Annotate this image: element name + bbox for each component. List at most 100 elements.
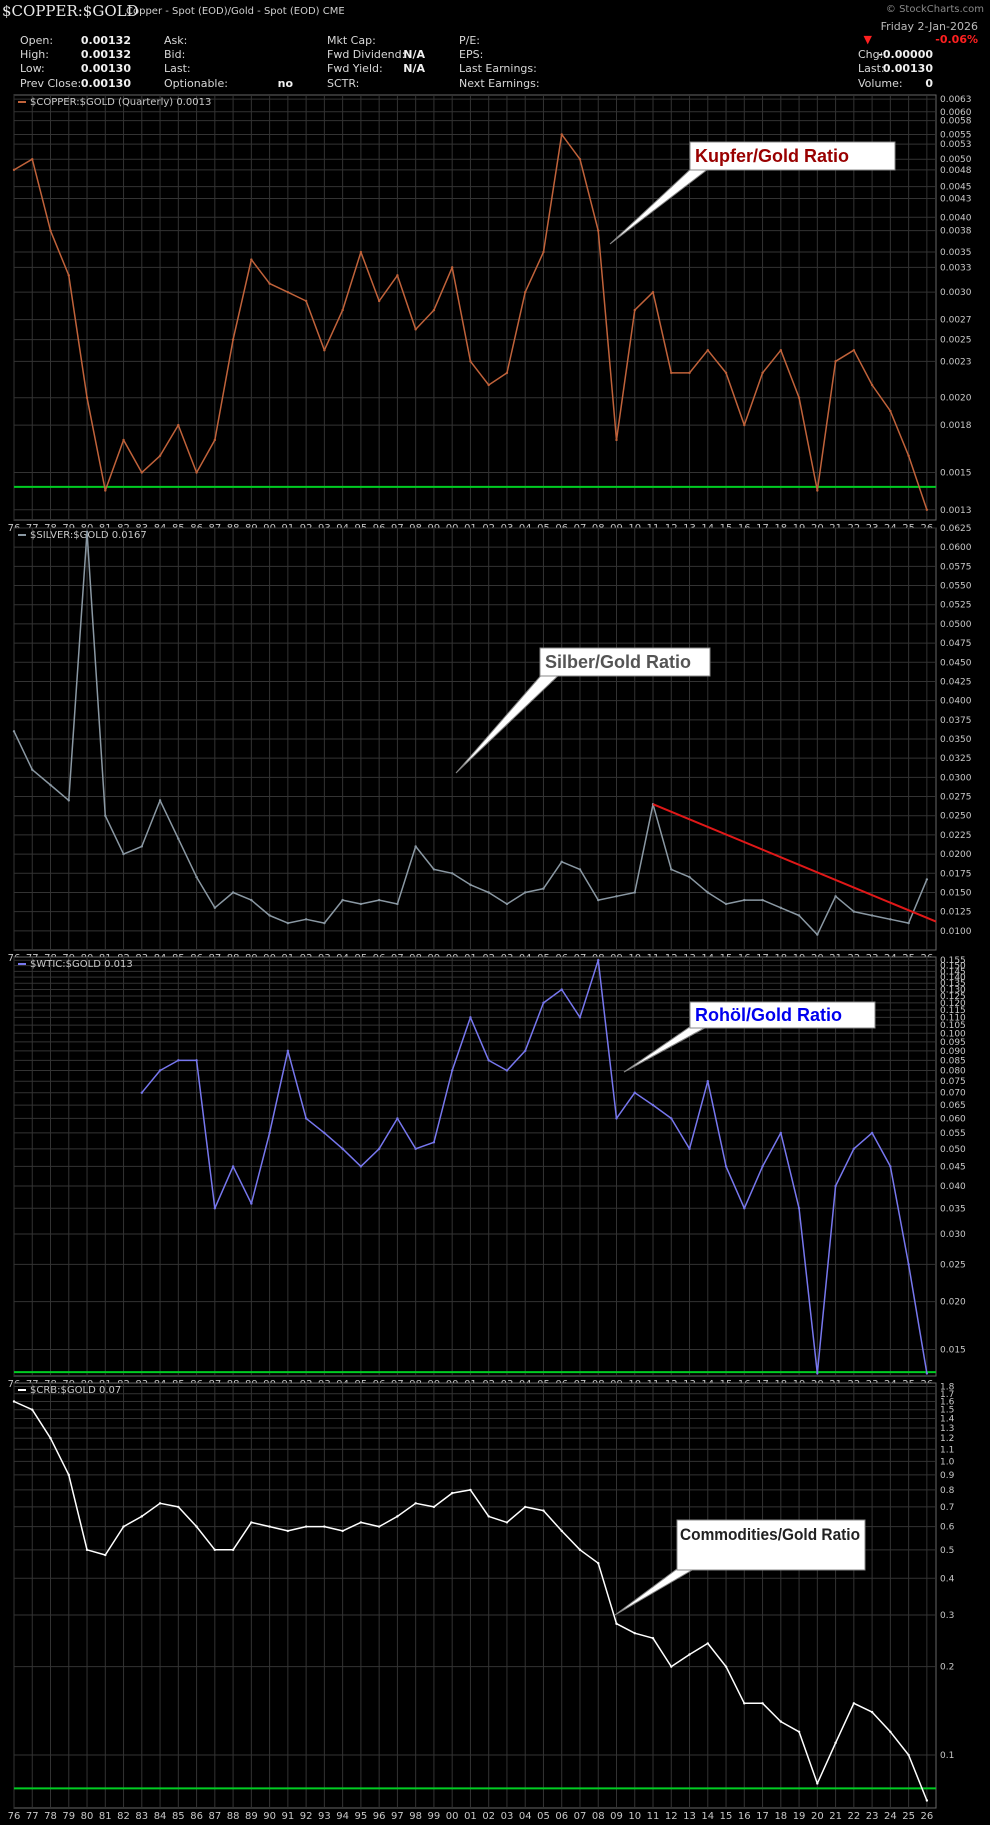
data-point <box>432 308 436 312</box>
y-tick-label: 0.0250 <box>940 812 972 822</box>
y-tick-label: 0.0300 <box>940 773 972 783</box>
y-tick-label: 0.070 <box>940 1089 966 1099</box>
y-tick-label: 0.0030 <box>940 288 972 298</box>
data-point <box>542 887 545 890</box>
panel-title: $COPPER:$GOLD (Quarterly) 0.0013 <box>30 97 211 108</box>
data-point <box>250 258 253 261</box>
x-tick-label: 95 <box>355 1811 368 1822</box>
data-point <box>505 371 509 375</box>
x-tick-label: 83 <box>135 1811 148 1822</box>
data-point <box>158 1502 162 1505</box>
data-point <box>450 1491 454 1495</box>
data-point <box>140 845 144 848</box>
y-tick-label: 0.015 <box>940 1346 966 1356</box>
y-tick-label: 0.080 <box>940 1066 966 1076</box>
data-point <box>158 454 162 457</box>
data-point <box>377 1147 381 1151</box>
data-point <box>633 891 636 894</box>
x-tick-label: 94 <box>336 1811 349 1822</box>
data-point <box>560 988 563 991</box>
y-tick-label: 0.090 <box>940 1047 966 1057</box>
callout-label: Commodities/Gold Ratio <box>680 1525 860 1544</box>
data-point <box>414 845 417 848</box>
data-point <box>651 290 655 294</box>
data-point <box>359 902 363 906</box>
data-point <box>907 1753 910 1757</box>
data-point <box>432 1505 436 1509</box>
data-point <box>816 933 819 936</box>
x-tick-label: 76 <box>8 1811 21 1822</box>
x-tick-label: 24 <box>884 1811 897 1822</box>
data-point <box>542 250 545 254</box>
data-point <box>268 1131 271 1135</box>
callout-label: Rohöl/Gold Ratio <box>695 1005 842 1025</box>
y-tick-label: 0.0020 <box>940 394 972 404</box>
y-tick-label: 0.0125 <box>940 908 972 918</box>
data-point <box>542 1001 545 1005</box>
data-point <box>359 1165 363 1168</box>
y-tick-label: 0.0400 <box>940 697 972 707</box>
x-tick-label: 96 <box>373 1811 386 1822</box>
data-point <box>889 918 892 921</box>
data-point <box>359 1521 363 1524</box>
data-point <box>578 868 582 871</box>
data-point <box>560 1529 563 1533</box>
y-tick-label: 0.020 <box>940 1298 966 1308</box>
data-point <box>597 1562 600 1565</box>
data-point <box>85 530 89 534</box>
y-tick-label: 0.060 <box>940 1114 966 1124</box>
data-point <box>414 328 417 331</box>
data-point <box>341 1147 344 1151</box>
data-point <box>524 891 527 894</box>
data-point <box>323 1525 326 1528</box>
data-point <box>85 396 89 399</box>
y-tick-label: 0.0200 <box>940 850 972 860</box>
y-tick-label: 0.0035 <box>940 248 972 258</box>
panel-2: 7677787980818283848586878889909192939495… <box>8 524 972 964</box>
data-point <box>907 921 910 925</box>
data-point <box>487 891 490 894</box>
y-tick-label: 0.0013 <box>940 506 972 516</box>
x-tick-label: 11 <box>647 1811 660 1822</box>
data-point <box>615 1622 618 1625</box>
data-point <box>505 1521 509 1524</box>
data-point <box>651 1636 655 1640</box>
data-point <box>615 1117 618 1120</box>
data-point <box>268 282 271 285</box>
y-tick-label: 0.0575 <box>940 562 972 572</box>
data-point <box>67 274 70 277</box>
data-point <box>487 1059 490 1062</box>
y-tick-label: 0.0325 <box>940 754 972 764</box>
y-tick-label: 0.0350 <box>940 735 972 745</box>
data-point <box>67 1473 70 1477</box>
y-tick-label: 0.045 <box>940 1162 966 1172</box>
x-tick-label: 98 <box>409 1811 422 1822</box>
y-tick-label: 0.4 <box>940 1574 955 1584</box>
x-tick-label: 89 <box>245 1811 258 1822</box>
y-tick-label: 0.0050 <box>940 155 972 165</box>
y-tick-label: 0.0053 <box>940 140 972 150</box>
data-point <box>816 489 819 492</box>
x-tick-label: 26 <box>921 1811 934 1822</box>
data-point <box>158 1069 162 1072</box>
data-point <box>140 1091 144 1094</box>
data-point <box>852 910 856 913</box>
y-tick-label: 0.0625 <box>940 524 972 534</box>
data-point <box>578 1016 582 1019</box>
y-tick-label: 0.0058 <box>940 117 972 127</box>
data-point <box>122 438 125 442</box>
y-tick-label: 0.0225 <box>940 831 972 841</box>
y-tick-label: 0.025 <box>940 1260 966 1270</box>
y-tick-label: 1.0 <box>940 1457 955 1467</box>
data-point <box>670 1117 673 1120</box>
data-point <box>250 898 253 902</box>
data-point <box>633 1631 636 1635</box>
data-point <box>286 1049 290 1053</box>
data-point <box>49 1436 52 1440</box>
data-point <box>907 1263 910 1266</box>
data-point <box>779 1131 783 1135</box>
y-tick-label: 0.0048 <box>940 166 972 176</box>
data-point <box>761 898 764 902</box>
y-tick-label: 0.035 <box>940 1204 966 1214</box>
data-point <box>304 1117 308 1120</box>
